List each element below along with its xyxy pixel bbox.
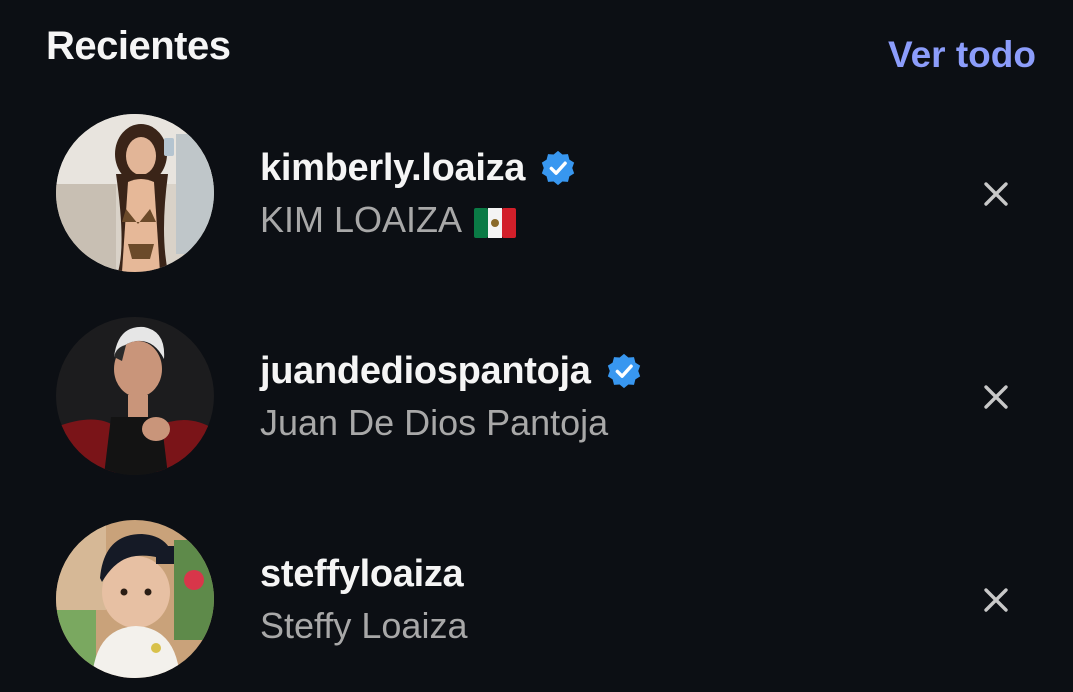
- verified-badge-icon: [539, 149, 577, 187]
- username[interactable]: steffyloaiza: [260, 553, 464, 596]
- avatar[interactable]: [56, 520, 214, 678]
- username[interactable]: kimberly.loaiza: [260, 147, 525, 190]
- recent-item[interactable]: steffyloaiza Steffy Loaiza: [0, 520, 1073, 680]
- full-name: Juan De Dios Pantoja: [260, 402, 609, 443]
- close-icon[interactable]: [978, 582, 1014, 618]
- recent-item-names: kimberly.loaiza KIM LOAIZA: [260, 144, 900, 242]
- full-name: KIM LOAIZA: [260, 199, 463, 240]
- close-icon[interactable]: [978, 379, 1014, 415]
- recent-item[interactable]: juandediospantoja Juan De Dios Pantoja: [0, 317, 1073, 477]
- recent-item[interactable]: kimberly.loaiza KIM LOAIZA: [0, 114, 1073, 274]
- see-all-link[interactable]: Ver todo: [888, 34, 1036, 76]
- recent-item-names: juandediospantoja Juan De Dios Pantoja: [260, 347, 900, 445]
- verified-badge-icon: [605, 352, 643, 390]
- username[interactable]: juandediospantoja: [260, 350, 591, 393]
- recent-item-names: steffyloaiza Steffy Loaiza: [260, 550, 900, 648]
- avatar[interactable]: [56, 317, 214, 475]
- full-name: Steffy Loaiza: [260, 605, 468, 646]
- close-icon[interactable]: [978, 176, 1014, 212]
- mexico-flag-icon: [474, 205, 517, 238]
- section-title: Recientes: [46, 24, 231, 68]
- recents-header: Recientes Ver todo: [46, 22, 1036, 82]
- avatar[interactable]: [56, 114, 214, 272]
